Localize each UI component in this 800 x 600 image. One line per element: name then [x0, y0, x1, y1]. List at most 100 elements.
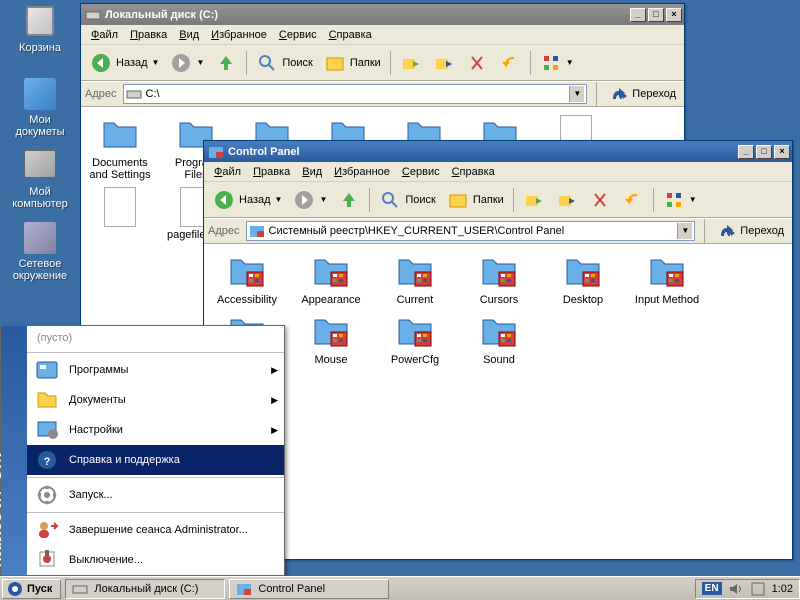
- back-button[interactable]: Назад▼: [208, 186, 287, 214]
- menu-item-icon: [35, 548, 59, 572]
- address-input[interactable]: [146, 88, 570, 100]
- file-item[interactable]: PowerCfg: [380, 312, 450, 366]
- system-tray: EN 1:02: [695, 579, 800, 599]
- file-item[interactable]: Current: [380, 252, 450, 306]
- back-button[interactable]: Назад▼: [85, 49, 164, 77]
- start-menu-item[interactable]: Настройки▶: [27, 415, 284, 445]
- moveto-button[interactable]: [395, 49, 427, 77]
- file-item[interactable]: Accessibility: [212, 252, 282, 306]
- menu-view[interactable]: Вид: [296, 164, 328, 180]
- computer-icon: [24, 150, 56, 178]
- start-menu-item[interactable]: Документы▶: [27, 385, 284, 415]
- file-item[interactable]: Documents and Settings: [89, 115, 151, 181]
- language-indicator[interactable]: EN: [702, 582, 722, 595]
- menu-item-icon: ?: [35, 448, 59, 472]
- delete-button[interactable]: [461, 49, 493, 77]
- menu-tools[interactable]: Сервис: [273, 27, 323, 43]
- separator: [369, 188, 370, 212]
- menu-favorites[interactable]: Избранное: [205, 27, 273, 43]
- explorer-window-control-panel[interactable]: Control Panel _ □ × Файл Правка Вид Избр…: [203, 140, 793, 560]
- search-button[interactable]: Поиск: [374, 186, 440, 214]
- start-menu-item[interactable]: Программы▶: [27, 355, 284, 385]
- dropdown-button[interactable]: ▼: [677, 223, 692, 239]
- file-item[interactable]: [89, 187, 151, 241]
- close-button[interactable]: ×: [774, 145, 790, 159]
- close-button[interactable]: ×: [666, 8, 682, 22]
- delete-button[interactable]: [584, 186, 616, 214]
- menu-view[interactable]: Вид: [173, 27, 205, 43]
- menu-file[interactable]: Файл: [208, 164, 247, 180]
- copyto-button[interactable]: [551, 186, 583, 214]
- start-menu-item[interactable]: ?Справка и поддержка: [27, 445, 284, 475]
- file-item[interactable]: Appearance: [296, 252, 366, 306]
- start-menu-item[interactable]: Запуск...: [27, 480, 284, 510]
- file-item[interactable]: Mouse: [296, 312, 366, 366]
- item-label: Accessibility: [212, 294, 282, 306]
- go-button[interactable]: Переход: [606, 83, 680, 105]
- start-menu-item[interactable]: Завершение сеанса Administrator...: [27, 515, 284, 545]
- menu-item-label: Документы: [69, 394, 126, 406]
- menu-favorites[interactable]: Избранное: [328, 164, 396, 180]
- control-panel-icon: [208, 144, 224, 160]
- folder-icon: [24, 78, 56, 110]
- forward-button[interactable]: ▼: [288, 186, 332, 214]
- volume-icon[interactable]: [728, 581, 744, 597]
- folders-button[interactable]: Папки: [442, 186, 509, 214]
- minimize-button[interactable]: _: [738, 145, 754, 159]
- taskbar-item[interactable]: Локальный диск (C:): [65, 579, 225, 599]
- up-button[interactable]: [333, 186, 365, 214]
- minimize-button[interactable]: _: [630, 8, 646, 22]
- menu-help[interactable]: Справка: [323, 27, 378, 43]
- forward-button[interactable]: ▼: [165, 49, 209, 77]
- maximize-button[interactable]: □: [648, 8, 664, 22]
- address-label: Адрес: [208, 225, 240, 237]
- up-button[interactable]: [210, 49, 242, 77]
- separator: [27, 512, 284, 513]
- menu-edit[interactable]: Правка: [124, 27, 173, 43]
- regkey-folder-icon: [479, 312, 519, 352]
- menubar: Файл Правка Вид Избранное Сервис Справка: [204, 162, 792, 182]
- dropdown-button[interactable]: ▼: [569, 86, 584, 102]
- file-item[interactable]: Cursors: [464, 252, 534, 306]
- tray-icon[interactable]: [750, 581, 766, 597]
- file-item[interactable]: Desktop: [548, 252, 618, 306]
- copyto-button[interactable]: [428, 49, 460, 77]
- menu-file[interactable]: Файл: [85, 27, 124, 43]
- views-button[interactable]: ▼: [535, 49, 579, 77]
- menu-tools[interactable]: Сервис: [396, 164, 446, 180]
- menu-edit[interactable]: Правка: [247, 164, 296, 180]
- taskbar-item[interactable]: Control Panel: [229, 579, 389, 599]
- views-button[interactable]: ▼: [658, 186, 702, 214]
- taskbar: Пуск Локальный диск (C:) Control Panel E…: [0, 576, 800, 600]
- desktop-icon-network[interactable]: Сетевое окружение: [8, 222, 72, 282]
- menu-help[interactable]: Справка: [446, 164, 501, 180]
- folders-button[interactable]: Папки: [319, 49, 386, 77]
- search-button[interactable]: Поиск: [251, 49, 317, 77]
- undo-button[interactable]: [617, 186, 649, 214]
- address-label: Адрес: [85, 88, 117, 100]
- clock[interactable]: 1:02: [772, 583, 793, 595]
- address-combo[interactable]: ▼: [246, 221, 696, 241]
- file-item[interactable]: Input Method: [632, 252, 702, 306]
- desktop-icon-mycomputer[interactable]: Мой компьютер: [8, 150, 72, 210]
- address-combo[interactable]: ▼: [123, 84, 588, 104]
- go-button[interactable]: Переход: [714, 220, 788, 242]
- content-area[interactable]: Accessibility Appearance Current Cursors Des…: [204, 244, 792, 559]
- moveto-button[interactable]: [518, 186, 550, 214]
- icon-label: Сетевое окружение: [8, 258, 72, 282]
- go-icon: [718, 222, 736, 240]
- start-button[interactable]: Пуск: [2, 579, 61, 599]
- control-panel-icon: [236, 581, 252, 597]
- titlebar[interactable]: Локальный диск (C:) _ □ ×: [81, 4, 684, 25]
- address-input[interactable]: [269, 225, 678, 237]
- item-label: PowerCfg: [380, 354, 450, 366]
- menu-item-icon: [35, 388, 59, 412]
- start-menu-item[interactable]: Выключение...: [27, 545, 284, 575]
- desktop-icon-trash[interactable]: Корзина: [8, 6, 72, 54]
- file-icon: [100, 187, 140, 227]
- undo-button[interactable]: [494, 49, 526, 77]
- maximize-button[interactable]: □: [756, 145, 772, 159]
- file-item[interactable]: Sound: [464, 312, 534, 366]
- titlebar[interactable]: Control Panel _ □ ×: [204, 141, 792, 162]
- desktop-icon-mydocs[interactable]: Мои докуметы: [8, 78, 72, 138]
